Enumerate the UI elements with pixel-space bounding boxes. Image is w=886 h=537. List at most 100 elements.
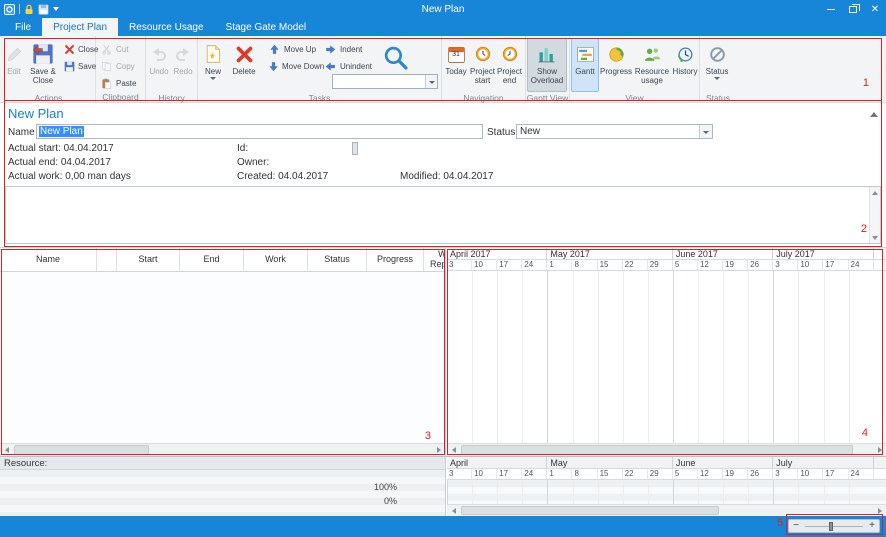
- vertical-scrollbar[interactable]: [869, 187, 880, 243]
- zoom-slider-thumb[interactable]: [829, 522, 833, 531]
- save-button[interactable]: Save: [61, 58, 95, 74]
- save-icon: [64, 60, 75, 73]
- scroll-left-icon[interactable]: [447, 444, 460, 457]
- created-field: Created: 04.04.2017: [237, 171, 328, 182]
- column-header-work[interactable]: Work: [244, 248, 308, 271]
- new-task-button[interactable]: New: [199, 38, 227, 92]
- column-header-start[interactable]: Start: [117, 248, 180, 271]
- name-label: Name: [8, 127, 35, 138]
- scroll-down-icon[interactable]: [869, 232, 880, 243]
- scrollbar-thumb[interactable]: [461, 506, 719, 515]
- lock-icon[interactable]: [24, 4, 34, 15]
- tab-stage-gate-model[interactable]: Stage Gate Model: [215, 18, 318, 36]
- scroll-right-icon[interactable]: [432, 444, 445, 457]
- scroll-left-icon[interactable]: [0, 444, 13, 457]
- timeline-week-label: 10: [472, 469, 497, 479]
- arrow-up-icon: [268, 43, 281, 56]
- scrollbar-thumb[interactable]: [14, 445, 149, 455]
- project-start-button[interactable]: Project start: [469, 38, 496, 92]
- scrollbar-track[interactable]: [460, 444, 873, 456]
- column-header-progress[interactable]: Progress: [367, 248, 424, 271]
- actual-start-value: 04.04.2017: [64, 143, 114, 154]
- column-header-work-reported[interactable]: Work Reported: [424, 248, 445, 271]
- table-horizontal-scrollbar[interactable]: [0, 443, 445, 456]
- edit-button[interactable]: Edit: [3, 38, 25, 92]
- history-icon: [676, 41, 695, 67]
- quickaccess-chevron-icon[interactable]: [53, 7, 59, 11]
- column-header-name[interactable]: Name: [0, 248, 97, 271]
- application-window: New Plan ✕ File Project Plan Resource Us…: [0, 0, 886, 537]
- scrollbar-track[interactable]: [460, 505, 873, 516]
- scrollbar-track[interactable]: [13, 444, 432, 456]
- resource-histogram-panel: AprilMayJuneJuly 31017241815222951219263…: [447, 457, 886, 516]
- delete-task-button[interactable]: Delete: [227, 38, 261, 92]
- copy-button[interactable]: Copy: [97, 58, 144, 74]
- scroll-right-icon[interactable]: [873, 444, 886, 457]
- status-label: Status: [487, 127, 515, 138]
- cut-button[interactable]: Cut: [97, 41, 144, 57]
- timeline-gridline: [547, 480, 548, 504]
- unindent-button[interactable]: Unindent: [321, 58, 375, 74]
- status-select-dropdown-icon[interactable]: [699, 125, 712, 138]
- restore-button[interactable]: [842, 0, 864, 18]
- paste-button[interactable]: Paste: [97, 75, 144, 91]
- quick-save-icon[interactable]: [38, 4, 49, 15]
- tab-project-plan[interactable]: Project Plan: [42, 18, 118, 36]
- close-button[interactable]: ✕: [864, 0, 886, 18]
- combobox-dropdown-icon[interactable]: [425, 75, 437, 88]
- name-input[interactable]: New Plan: [36, 124, 483, 139]
- redo-button[interactable]: Redo: [171, 38, 195, 92]
- collapse-form-icon[interactable]: [870, 109, 878, 120]
- scroll-left-icon[interactable]: [447, 504, 460, 516]
- save-and-close-button[interactable]: Save & Close: [25, 38, 61, 92]
- status-button[interactable]: Status: [701, 38, 733, 92]
- column-header-status[interactable]: Status: [308, 248, 367, 271]
- resource-horizontal-scrollbar[interactable]: [447, 504, 886, 516]
- today-button[interactable]: 31 Today: [443, 38, 469, 92]
- task-filter-combobox[interactable]: [332, 74, 438, 89]
- tab-resource-usage[interactable]: Resource Usage: [118, 18, 214, 36]
- zoom-slider[interactable]: [803, 520, 865, 532]
- resource-usage-view-button[interactable]: Resource usage: [633, 38, 671, 92]
- zoom-out-button[interactable]: −: [789, 520, 803, 532]
- status-select[interactable]: New: [516, 124, 713, 139]
- timeline-gridline: [648, 480, 649, 504]
- timeline-gridline: [723, 480, 724, 504]
- timeline-gridline: [497, 480, 498, 504]
- timeline-month-label: June 2017: [673, 248, 773, 259]
- timeline-gridline: [497, 271, 498, 443]
- timeline-gridline: [623, 480, 624, 504]
- move-up-button[interactable]: Move Up: [265, 41, 321, 57]
- id-label: Id:: [237, 143, 248, 154]
- timeline-week-label: 17: [823, 260, 848, 270]
- timeline-gridline: [447, 480, 448, 504]
- description-textarea[interactable]: [5, 186, 881, 244]
- scrollbar-thumb[interactable]: [461, 445, 853, 455]
- today-calendar-icon: 31: [447, 41, 466, 67]
- column-header-blank[interactable]: [97, 248, 117, 271]
- show-overload-button[interactable]: Show Overload: [527, 38, 567, 92]
- scroll-right-icon[interactable]: [873, 504, 886, 516]
- progress-view-button[interactable]: Progress: [599, 38, 633, 92]
- id-ellipsis-icon[interactable]: [352, 142, 358, 155]
- timeline-week-label: 15: [598, 260, 623, 270]
- gantt-chart-panel: April 2017May 2017June 2017July 2017 310…: [447, 248, 886, 456]
- undo-button[interactable]: Undo: [147, 38, 171, 92]
- history-view-button[interactable]: History: [671, 38, 699, 92]
- timeline-gridline: [547, 271, 548, 443]
- gantt-view-button[interactable]: Gantt: [571, 38, 599, 92]
- close-plan-button[interactable]: Close: [61, 41, 95, 57]
- project-end-button[interactable]: Project end: [496, 38, 523, 92]
- timeline-week-label: 17: [497, 469, 522, 479]
- zoom-in-button[interactable]: +: [865, 520, 879, 532]
- column-header-end[interactable]: End: [180, 248, 244, 271]
- timeline-gridline: [824, 271, 825, 443]
- indent-button[interactable]: Indent: [321, 41, 375, 57]
- move-down-button[interactable]: Move Down: [265, 58, 321, 74]
- gantt-horizontal-scrollbar[interactable]: [447, 443, 886, 456]
- tab-file[interactable]: File: [4, 18, 42, 36]
- minimize-button[interactable]: [820, 0, 842, 18]
- timeline-gridline: [849, 271, 850, 443]
- timeline-week-label: 1: [547, 469, 572, 479]
- scroll-up-icon[interactable]: [869, 187, 880, 198]
